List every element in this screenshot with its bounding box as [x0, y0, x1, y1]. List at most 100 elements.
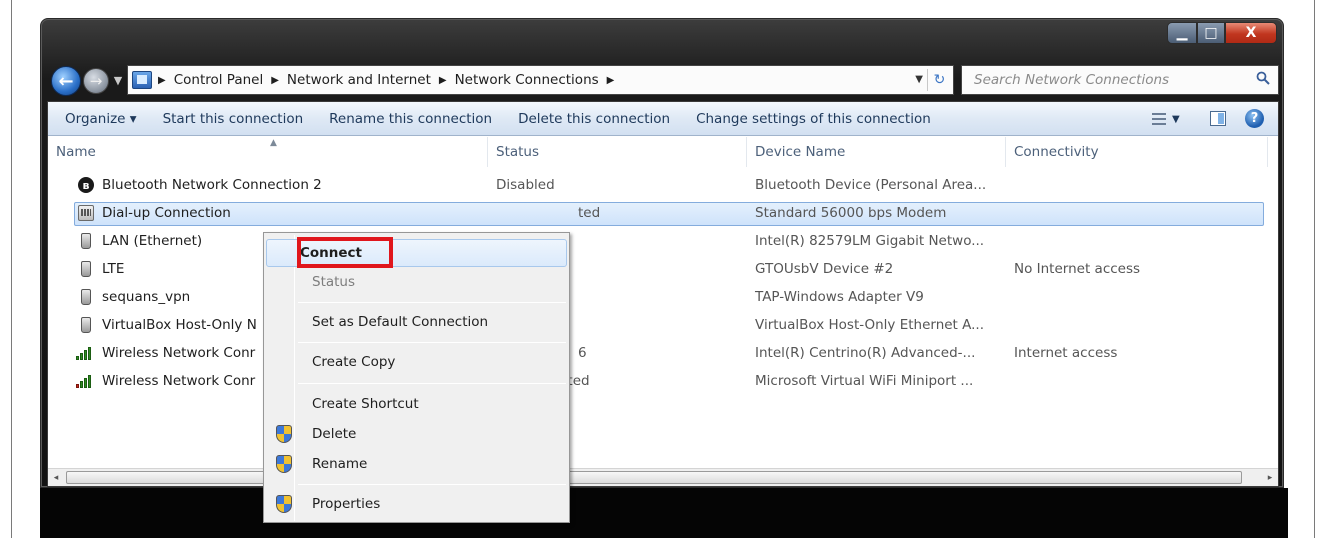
address-dropdown-icon[interactable]: ▼ [915, 74, 923, 85]
connection-name: Wireless Network Conr [102, 345, 256, 361]
organize-menu[interactable]: Organize ▾ [48, 111, 150, 127]
forward-button[interactable]: → [83, 68, 109, 94]
search-icon[interactable] [1256, 71, 1270, 85]
refresh-button[interactable]: ↻ [927, 69, 951, 91]
column-header-name[interactable]: Name ▲ [48, 137, 488, 167]
frame-border-right [1314, 0, 1315, 538]
frame-border-left [11, 0, 12, 538]
column-header-status-label: Status [496, 144, 540, 160]
list-item[interactable]: ʙ Bluetooth Network Connection 2 Disable… [48, 172, 1278, 200]
network-plug-icon [81, 289, 91, 305]
list-item[interactable]: LAN (Ethernet) Intel(R) 82579LM Gigabit … [48, 228, 1278, 256]
delete-connection-button[interactable]: Delete this connection [505, 111, 683, 127]
close-button[interactable]: X [1225, 22, 1277, 44]
menu-item-rename[interactable]: Rename [266, 451, 567, 479]
bluetooth-icon: ʙ [78, 177, 94, 193]
device-name: Microsoft Virtual WiFi Miniport ... [755, 373, 974, 389]
list-item[interactable]: sequans_vpn TAP-Windows Adapter V9 [48, 284, 1278, 312]
device-name: GTOUsbV Device #2 [755, 261, 894, 277]
caption-buttons: ▁ □ X [1167, 22, 1277, 44]
change-view-button[interactable]: ▼ [1152, 110, 1192, 128]
column-header-name-label: Name [56, 144, 96, 160]
wifi-signal-disconnected-icon [76, 373, 96, 389]
breadcrumb-network-connections[interactable]: Network Connections [455, 72, 599, 88]
connection-name: Dial-up Connection [102, 205, 231, 221]
back-button[interactable]: ← [51, 66, 81, 96]
breadcrumb-separator-icon[interactable]: ▶ [271, 75, 279, 86]
scroll-right-icon[interactable]: ▸ [1264, 472, 1276, 484]
menu-item-delete[interactable]: Delete [266, 421, 567, 449]
menu-item-label: Connect [300, 245, 363, 261]
maximize-button[interactable]: □ [1197, 22, 1225, 44]
views-dropdown-icon: ▼ [1172, 113, 1180, 125]
connectivity: Internet access [1014, 345, 1118, 361]
connection-status: 6 [578, 345, 587, 361]
column-header-status[interactable]: Status [488, 137, 747, 167]
column-header-device-label: Device Name [755, 144, 846, 160]
connection-status: ted [578, 205, 601, 221]
menu-item-create-copy[interactable]: Create Copy [266, 349, 567, 377]
menu-item-label: Create Shortcut [312, 396, 419, 412]
menu-item-label: Create Copy [312, 354, 396, 370]
details-view-icon [1152, 113, 1166, 125]
refresh-icon: ↻ [933, 72, 946, 88]
help-icon: ? [1250, 111, 1259, 126]
connection-name: VirtualBox Host-Only N [102, 317, 257, 333]
breadcrumb: ▶ Control Panel ▶ Network and Internet ▶… [158, 72, 622, 88]
minimize-button[interactable]: ▁ [1167, 22, 1197, 44]
breadcrumb-separator-icon[interactable]: ▶ [607, 75, 615, 86]
network-plug-icon [81, 317, 91, 333]
breadcrumb-separator-icon[interactable]: ▶ [158, 75, 166, 86]
menu-separator [298, 484, 566, 485]
menu-separator [298, 302, 566, 303]
connection-name: LTE [102, 261, 125, 277]
menu-item-properties[interactable]: Properties [266, 491, 567, 519]
scroll-left-icon[interactable]: ◂ [50, 472, 62, 484]
rename-connection-button[interactable]: Rename this connection [316, 111, 505, 127]
list-item[interactable]: Wireless Network Conr cted Microsoft Vir… [48, 368, 1278, 396]
breadcrumb-separator-icon[interactable]: ▶ [439, 75, 447, 86]
device-name: TAP-Windows Adapter V9 [755, 289, 924, 305]
connection-name: Wireless Network Conr [102, 373, 256, 389]
menu-item-label: Properties [312, 496, 381, 512]
menu-item-set-default[interactable]: Set as Default Connection [266, 309, 567, 337]
list-item[interactable]: Dial-up Connection ted Standard 56000 bp… [48, 200, 1278, 228]
preview-pane-button[interactable] [1210, 111, 1226, 126]
device-name: Bluetooth Device (Personal Area... [755, 177, 987, 193]
device-name: Intel(R) 82579LM Gigabit Netwo... [755, 233, 985, 249]
menu-item-connect[interactable]: Connect [266, 239, 567, 267]
search-input[interactable]: Search Network Connections [961, 65, 1279, 95]
menu-item-label: Set as Default Connection [312, 314, 489, 330]
menu-item-create-shortcut[interactable]: Create Shortcut [266, 391, 567, 419]
change-settings-button[interactable]: Change settings of this connection [683, 111, 944, 127]
help-button[interactable]: ? [1245, 109, 1264, 128]
breadcrumb-network-and-internet[interactable]: Network and Internet [287, 72, 431, 88]
network-plug-icon [81, 261, 91, 277]
chevron-down-icon: ▼ [113, 73, 123, 87]
navigation-bar: ← → ▼ ▶ Control Panel ▶ Network and Inte… [47, 65, 1279, 96]
connection-name: Bluetooth Network Connection 2 [102, 177, 322, 193]
list-item[interactable]: VirtualBox Host-Only N VirtualBox Host-O… [48, 312, 1278, 340]
horizontal-scrollbar[interactable]: ◂ ▸ [48, 468, 1278, 486]
breadcrumb-control-panel[interactable]: Control Panel [174, 72, 264, 88]
address-bar[interactable]: ▶ Control Panel ▶ Network and Internet ▶… [127, 65, 954, 95]
network-plug-icon [81, 233, 91, 249]
list-item[interactable]: LTE GTOUsbV Device #2 No Internet access [48, 256, 1278, 284]
list-item[interactable]: Wireless Network Conr 6 Intel(R) Centrin… [48, 340, 1278, 368]
recent-pages-button[interactable]: ▼ [111, 71, 125, 89]
start-connection-button[interactable]: Start this connection [150, 111, 317, 127]
search-placeholder: Search Network Connections [974, 72, 1170, 88]
menu-item-status[interactable]: Status [266, 269, 567, 297]
menu-item-label: Rename [312, 456, 368, 472]
column-header-connectivity[interactable]: Connectivity [1006, 137, 1268, 167]
device-name: VirtualBox Host-Only Ethernet A... [755, 317, 985, 333]
column-header-device-name[interactable]: Device Name [747, 137, 1006, 167]
scrollbar-thumb[interactable] [66, 471, 1242, 484]
explorer-window: ▁ □ X ← → ▼ ▶ Control Panel ▶ Network an… [40, 18, 1284, 488]
control-panel-icon [132, 71, 152, 89]
content-panel: Organize ▾ Start this connection Rename … [47, 101, 1279, 487]
uac-shield-icon [276, 495, 292, 513]
command-bar: Organize ▾ Start this connection Rename … [48, 102, 1278, 136]
connection-status: Disabled [496, 177, 555, 193]
menu-item-label: Status [312, 274, 356, 290]
